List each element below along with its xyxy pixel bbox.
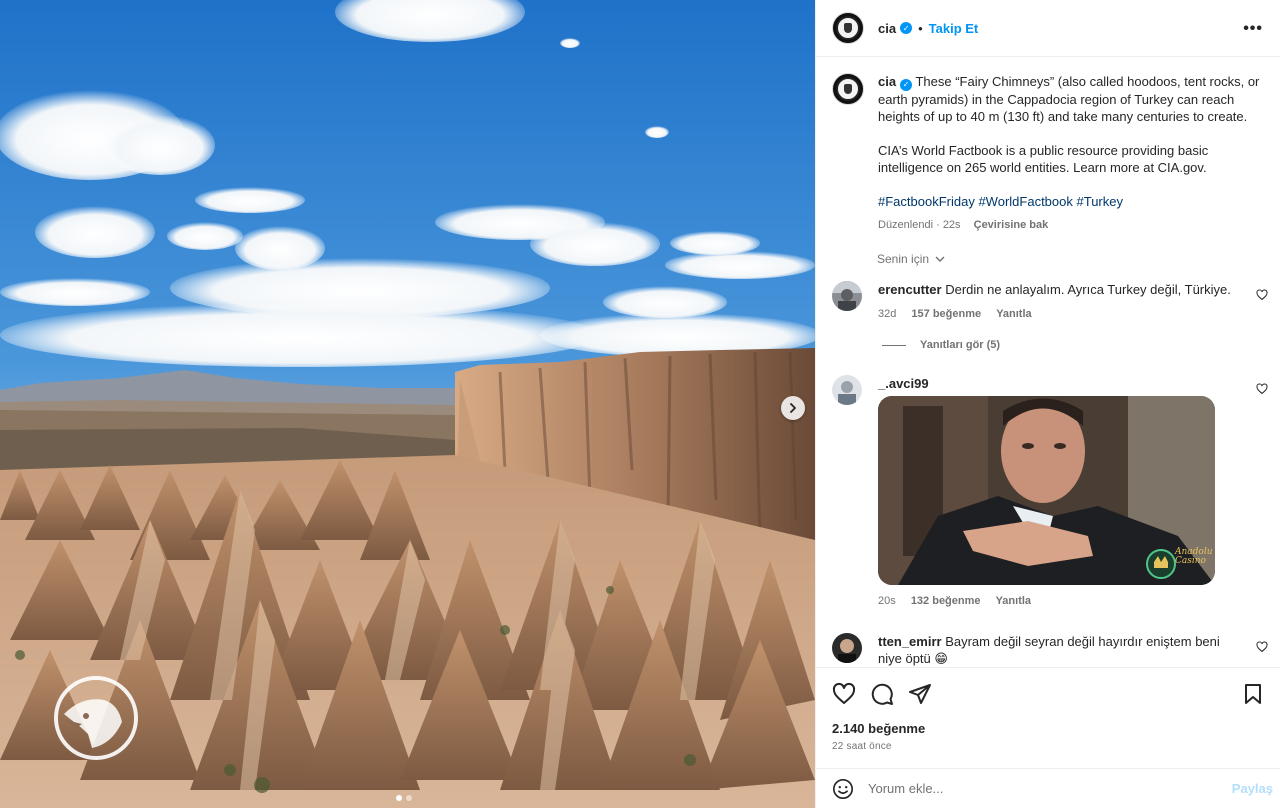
heart-icon[interactable]: [1256, 383, 1268, 395]
comment-likes[interactable]: 132 beğenme: [911, 595, 981, 607]
post-media[interactable]: [0, 0, 815, 808]
post-caption: cia ✓ These “Fairy Chimneys” (also called…: [832, 73, 1272, 234]
gif-logo-line: Casino: [1175, 556, 1206, 566]
comment-age: 20s: [878, 595, 896, 607]
cia-seal-icon: [836, 77, 860, 101]
reply-button[interactable]: Yanıtla: [996, 595, 1031, 607]
post-modal: cia ✓ • Takip Et ••• cia ✓ These “Fairy C…: [0, 0, 1280, 808]
save-button[interactable]: [1241, 682, 1265, 706]
comment-meta: 20s 132 beğenme Yanıtla: [878, 593, 1238, 610]
comment-gif[interactable]: Anadolu Casino: [878, 396, 1215, 585]
comment-sort-label: Senin için: [877, 252, 930, 266]
comment-item: tten_emirr Bayram değil seyran değil hay…: [832, 633, 1272, 667]
comment-likes[interactable]: 157 beğenme: [911, 308, 981, 320]
user-photo-icon: [832, 375, 862, 405]
action-icons: [832, 682, 932, 706]
view-replies-label: Yanıtları gör (5): [920, 339, 1001, 351]
header-username[interactable]: cia: [878, 21, 896, 36]
comments-section[interactable]: cia ✓ These “Fairy Chimneys” (also called…: [816, 57, 1280, 667]
comment-body: tten_emirr Bayram değil seyran değil hay…: [878, 633, 1238, 667]
chevron-right-icon: [790, 403, 796, 413]
next-image-button[interactable]: [781, 396, 805, 420]
cia-seal-watermark-icon: [54, 676, 138, 760]
avatar[interactable]: [832, 73, 864, 105]
caption-text: These “Fairy Chimneys” (also called hood…: [878, 74, 1260, 124]
avatar[interactable]: [832, 281, 862, 311]
comment-meta: 32d 157 beğenme Yanıtla: [878, 306, 1238, 323]
share-icon[interactable]: [908, 682, 932, 706]
add-comment-bar: Paylaş: [816, 768, 1280, 808]
replies-divider: [882, 344, 906, 346]
heart-icon[interactable]: [1256, 641, 1268, 653]
comment-body: erencutter Derdin ne anlayalım. Ayrıca T…: [878, 281, 1238, 323]
comment-body: _.avci99 Anadolu Casino 20s 132 beğenme …: [878, 375, 1238, 610]
comment-username[interactable]: erencutter: [878, 282, 942, 297]
comment-text: Derdin ne anlayalım. Ayrıca Turkey değil…: [945, 282, 1231, 297]
post-comment-button[interactable]: Paylaş: [1232, 781, 1273, 796]
avatar[interactable]: [832, 375, 862, 405]
avatar[interactable]: [832, 633, 862, 663]
header-user: cia ✓ • Takip Et: [878, 21, 978, 36]
hashtag-link[interactable]: #Turkey: [1077, 194, 1123, 209]
gif-image: [878, 396, 1215, 585]
caption-hashtags: #FactbookFriday #WorldFactbook #Turkey: [878, 193, 1268, 210]
heart-icon[interactable]: [832, 682, 856, 706]
carousel-dot: [396, 795, 402, 801]
caption-paragraph: CIA’s World Factbook is a public resourc…: [878, 142, 1209, 175]
comment-sort-dropdown[interactable]: Senin için: [877, 252, 945, 266]
hashtag-link[interactable]: #WorldFactbook: [978, 194, 1072, 209]
caption-username[interactable]: cia: [878, 74, 896, 89]
post-header: cia ✓ • Takip Et •••: [816, 0, 1280, 57]
heart-icon[interactable]: [1256, 289, 1268, 301]
chevron-down-icon: [935, 256, 945, 262]
caption-meta: Düzenlendi · 22s Çevirisine bak: [878, 217, 1268, 234]
hashtag-link[interactable]: #FactbookFriday: [878, 194, 975, 209]
carousel-indicator: [396, 795, 412, 801]
bookmark-icon: [1245, 684, 1261, 704]
post-side-panel: cia ✓ • Takip Et ••• cia ✓ These “Fairy C…: [815, 0, 1280, 808]
verified-badge-icon: ✓: [900, 22, 913, 34]
comment-username[interactable]: _.avci99: [878, 376, 929, 391]
see-translation-link[interactable]: Çevirisine bak: [974, 219, 1049, 231]
more-options-icon[interactable]: •••: [1243, 20, 1263, 38]
user-photo-icon: [832, 281, 862, 311]
post-time: 22 saat önce: [832, 741, 892, 752]
gif-logo-text: Anadolu Casino: [1175, 548, 1213, 566]
comment-item: erencutter Derdin ne anlayalım. Ayrıca T…: [832, 281, 1272, 323]
follow-button[interactable]: Takip Et: [929, 21, 979, 36]
likes-count[interactable]: 2.140 beğenme: [832, 721, 925, 736]
comment-icon[interactable]: [870, 682, 894, 706]
comment-age: 32d: [878, 308, 897, 320]
carousel-dot: [406, 795, 412, 801]
edited-label: Düzenlendi · 22s: [878, 218, 961, 231]
emoji-icon[interactable]: [832, 778, 854, 800]
comment-item: _.avci99 Anadolu Casino 20s 132 beğenme …: [832, 375, 1272, 610]
verified-badge-icon: ✓: [900, 78, 913, 91]
user-photo-icon: [832, 633, 862, 663]
post-actions: 2.140 beğenme 22 saat önce: [816, 667, 1280, 767]
avatar[interactable]: [832, 12, 864, 44]
comment-username[interactable]: tten_emirr: [878, 634, 942, 649]
header-separator: •: [918, 20, 923, 36]
comment-input[interactable]: [868, 781, 1208, 796]
reply-button[interactable]: Yanıtla: [996, 308, 1031, 320]
view-replies-button[interactable]: Yanıtları gör (5): [882, 339, 1000, 351]
cia-seal-icon: [836, 16, 860, 40]
caption-body: cia ✓ These “Fairy Chimneys” (also called…: [878, 73, 1268, 234]
